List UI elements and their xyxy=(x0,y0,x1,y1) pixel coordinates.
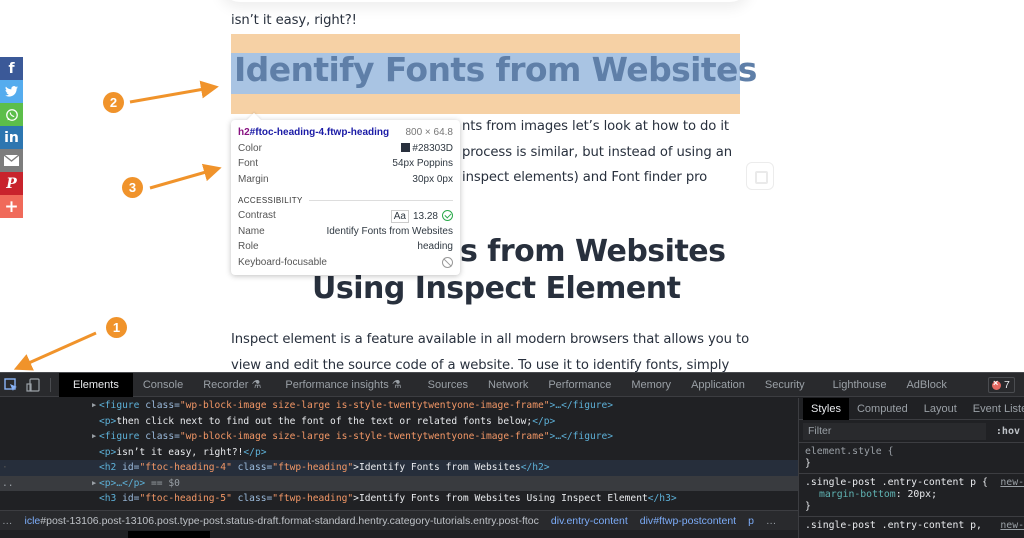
paragraph-line: Inspect element is a feature available i… xyxy=(231,332,750,347)
tab-application[interactable]: Application xyxy=(681,373,755,397)
heading-h3-line1: s from Websites xyxy=(460,234,726,269)
styles-pane: Styles Computed Layout Event Listeners F… xyxy=(798,397,1024,538)
dom-node[interactable]: <h3 id="ftoc-heading-5" class="ftwp-head… xyxy=(0,491,798,507)
pinterest-share-button[interactable]: P xyxy=(0,172,23,195)
tooltip-row-contrast: Contrast Aa 13.28 xyxy=(238,208,453,224)
expand-triangle-icon[interactable]: ▶ xyxy=(92,429,96,445)
expand-triangle-icon[interactable]: ▶ xyxy=(92,398,96,414)
check-circle-icon xyxy=(442,209,453,221)
tooltip-row-keyboard: Keyboard-focusable xyxy=(238,255,453,271)
paragraph-line: inspect elements) and Font finder pro xyxy=(462,170,708,185)
twitter-share-button[interactable] xyxy=(0,80,23,103)
breadcrumb-item-entry-content[interactable]: div.entry-content xyxy=(545,515,634,527)
email-share-button[interactable] xyxy=(0,149,23,172)
twitter-icon xyxy=(5,86,18,97)
not-allowed-icon xyxy=(442,256,453,268)
paragraph-easy: isn’t it easy, right?! xyxy=(231,13,357,28)
tab-computed[interactable]: Computed xyxy=(849,398,916,420)
styles-tab-bar: Styles Computed Layout Event Listeners xyxy=(799,397,1024,420)
stylesheet-link[interactable]: new- xyxy=(1000,477,1024,489)
drawer-tab-indicator xyxy=(128,531,210,538)
tooltip-row-margin: Margin 30px 0px xyxy=(238,173,453,185)
floating-square-button[interactable] xyxy=(746,162,774,190)
paragraph-line: nts from images let’s look at how to do … xyxy=(462,119,729,134)
toolbar-divider xyxy=(50,377,51,392)
color-swatch xyxy=(401,142,411,152)
breadcrumb-item-article[interactable]: icle#post-13106.post-13106.post.type-pos… xyxy=(19,515,545,527)
inspect-cursor-icon xyxy=(4,377,17,391)
dom-node[interactable]: <p>then click next to find out the font … xyxy=(0,414,798,430)
tooltip-selector: h2#ftoc-heading-4.ftwp-heading xyxy=(238,127,390,139)
breadcrumb-item-postcontent[interactable]: div#ftwp-postcontent xyxy=(634,515,742,527)
dom-node[interactable]: ▶ <figure class="wp-block-image size-lar… xyxy=(0,429,798,445)
hover-state-toggle[interactable]: :hov xyxy=(986,426,1020,437)
heading-h3-line2: Using Inspect Element xyxy=(312,271,681,306)
style-rule[interactable]: .single-post .entry-content p, new- xyxy=(799,517,1024,535)
tab-memory[interactable]: Memory xyxy=(621,373,681,397)
error-count-badge[interactable]: 7 xyxy=(988,377,1015,393)
device-toolbar-button[interactable] xyxy=(22,373,44,397)
devtools-tab-bar: Elements Console Recorder ⚗ Performance … xyxy=(0,372,1024,397)
social-share-bar: f in P + xyxy=(0,57,23,218)
error-icon xyxy=(992,378,1001,390)
pinterest-icon: P xyxy=(6,175,17,192)
style-rule[interactable]: .single-post .entry-content p { margin-b… xyxy=(799,474,1024,517)
dom-node-hovered[interactable]: · <h2 id="ftoc-heading-4" class="ftwp-he… xyxy=(0,460,798,476)
breadcrumb-more[interactable]: … xyxy=(760,515,783,527)
facebook-share-button[interactable]: f xyxy=(0,57,23,80)
tab-layout[interactable]: Layout xyxy=(916,398,965,420)
tab-lighthouse[interactable]: Lighthouse xyxy=(815,373,897,397)
tab-event-listeners[interactable]: Event Listeners xyxy=(965,398,1024,420)
device-mode-icon xyxy=(26,377,40,392)
linkedin-share-button[interactable]: in xyxy=(0,126,23,149)
tab-styles[interactable]: Styles xyxy=(803,397,849,420)
tooltip-size: 800 × 64.8 xyxy=(405,127,453,139)
whatsapp-share-button[interactable] xyxy=(0,103,23,126)
facebook-icon: f xyxy=(8,60,15,77)
breadcrumb-item-p[interactable]: p xyxy=(742,515,760,527)
tooltip-row-color: Color #28303D xyxy=(238,142,453,154)
breadcrumb-ellipsis[interactable]: … xyxy=(0,515,19,527)
dom-tree: ▶ <figure class="wp-block-image size-lar… xyxy=(0,398,798,520)
inspect-element-button[interactable] xyxy=(0,373,22,397)
web-page: isn’t it easy, right?! Identify Fonts fr… xyxy=(0,0,1024,372)
expand-triangle-icon[interactable]: ▶ xyxy=(92,476,96,492)
paragraph-line: process is similar, but instead of using… xyxy=(462,145,732,160)
linkedin-icon: in xyxy=(4,129,19,146)
plus-icon: + xyxy=(4,196,19,217)
tooltip-row-font: Font 54px Poppins xyxy=(238,158,453,170)
tab-network[interactable]: Network xyxy=(478,373,538,397)
tab-elements[interactable]: Elements xyxy=(59,372,133,397)
tooltip-row-role: Role heading xyxy=(238,241,453,253)
annotation-badge-1: 1 xyxy=(106,317,127,338)
tab-adblock[interactable]: AdBlock xyxy=(896,373,956,397)
annotation-badge-3: 3 xyxy=(122,177,143,198)
styles-filter-input[interactable]: Filter xyxy=(803,422,986,440)
accessibility-section-title: ACCESSIBILITY xyxy=(238,193,453,208)
dom-node[interactable]: <p>isn’t it easy, right?!</p> xyxy=(0,445,798,461)
inspect-tooltip: h2#ftoc-heading-4.ftwp-heading 800 × 64.… xyxy=(231,112,460,275)
tab-console[interactable]: Console xyxy=(133,373,193,397)
tooltip-row-name: Name Identify Fonts from Websites xyxy=(238,225,453,237)
tab-performance[interactable]: Performance xyxy=(538,373,621,397)
heading-identify-fonts[interactable]: Identify Fonts from Websites xyxy=(234,50,757,89)
dom-node-selected[interactable]: .. ▶ <p>…</p> == $0 xyxy=(0,475,798,492)
tab-recorder[interactable]: Recorder ⚗ xyxy=(193,373,271,397)
tab-sources[interactable]: Sources xyxy=(412,373,478,397)
tab-performance-insights[interactable]: Performance insights ⚗ xyxy=(271,373,411,397)
tab-security[interactable]: Security xyxy=(755,373,815,397)
dom-breadcrumb: … icle#post-13106.post-13106.post.type-p… xyxy=(0,510,798,530)
whatsapp-icon xyxy=(5,108,18,121)
paragraph-line: view and edit the source code of a websi… xyxy=(231,358,730,372)
stylesheet-link[interactable]: new- xyxy=(1000,520,1024,532)
header-shadow xyxy=(220,0,750,2)
email-icon xyxy=(4,155,19,166)
dom-node[interactable]: ▶ <figure class="wp-block-image size-lar… xyxy=(0,398,798,414)
style-rule-element[interactable]: element.style { } xyxy=(799,443,1024,474)
devtools-panel: Elements Console Recorder ⚗ Performance … xyxy=(0,372,1024,538)
styles-filter-bar: Filter :hov xyxy=(799,420,1024,443)
more-share-button[interactable]: + xyxy=(0,195,23,218)
annotation-badge-2: 2 xyxy=(103,92,124,113)
